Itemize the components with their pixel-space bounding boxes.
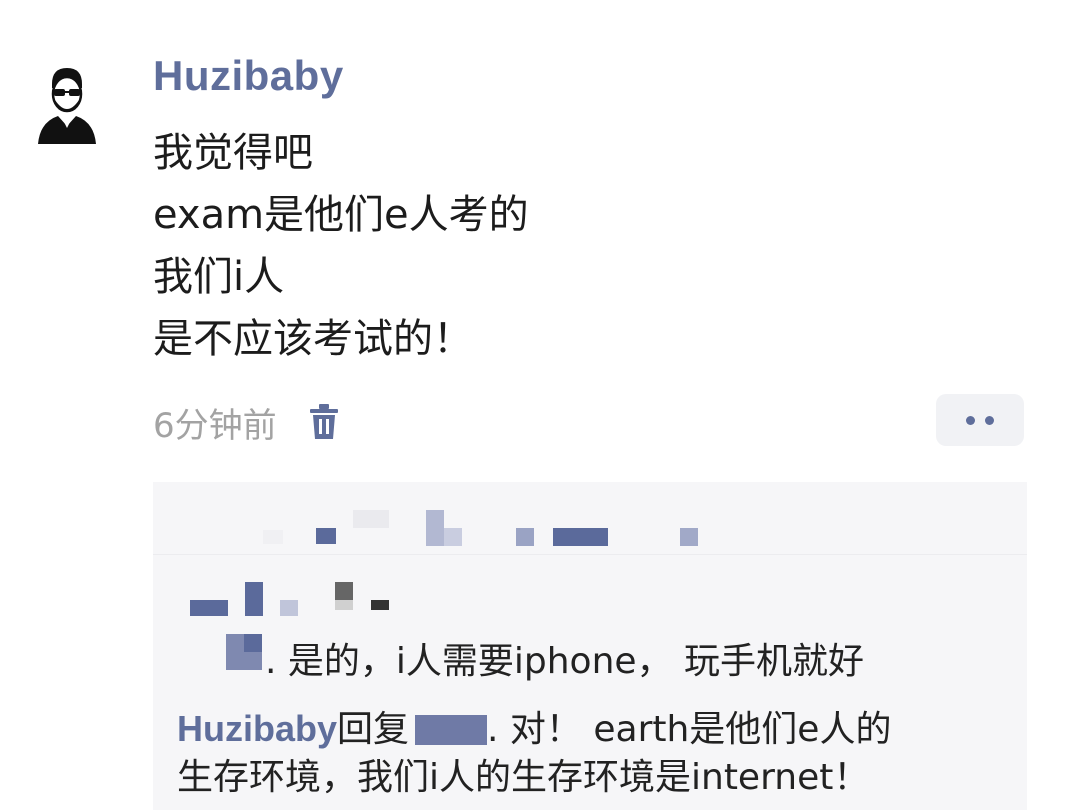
comment-line: exam是他们e人考的 (153, 192, 529, 238)
reply-prefix: 回复 (337, 709, 410, 750)
censored-block (263, 530, 283, 544)
comment-timestamp: 6分钟前 (153, 405, 277, 446)
censored-block (190, 600, 228, 616)
more-dots-icon (966, 415, 975, 425)
comment-line: 我们i人 (153, 254, 285, 300)
trash-icon[interactable] (307, 403, 341, 441)
censored-block (415, 715, 488, 745)
comment-line: 我觉得吧 (153, 130, 313, 176)
comment-line: 是不应该考试的！ (153, 316, 473, 362)
more-options-button[interactable] (936, 394, 1024, 446)
comment-username[interactable]: Huzibaby (153, 52, 344, 100)
reply-text: . 对！ earth是他们e人的 (487, 709, 892, 750)
reply-line: Huzibaby回复 . 对！ earth是他们e人的 (177, 700, 891, 752)
reply-text-continued: 生存环境，我们i人的生存环境是internet！ (177, 757, 870, 798)
comment-meta: 6分钟前 (153, 398, 341, 446)
comment-body: 我觉得吧 exam是他们e人考的 我们i人 是不应该考试的！ (153, 122, 529, 370)
reply-text: . 是的，i人需要iphone， 玩手机就好 (265, 641, 864, 682)
reply-username[interactable]: Huzibaby (177, 708, 337, 749)
avatar[interactable] (34, 62, 100, 146)
replies-panel: . 是的，i人需要iphone， 玩手机就好 Huzibaby回复 . 对！ ea… (153, 482, 1027, 810)
